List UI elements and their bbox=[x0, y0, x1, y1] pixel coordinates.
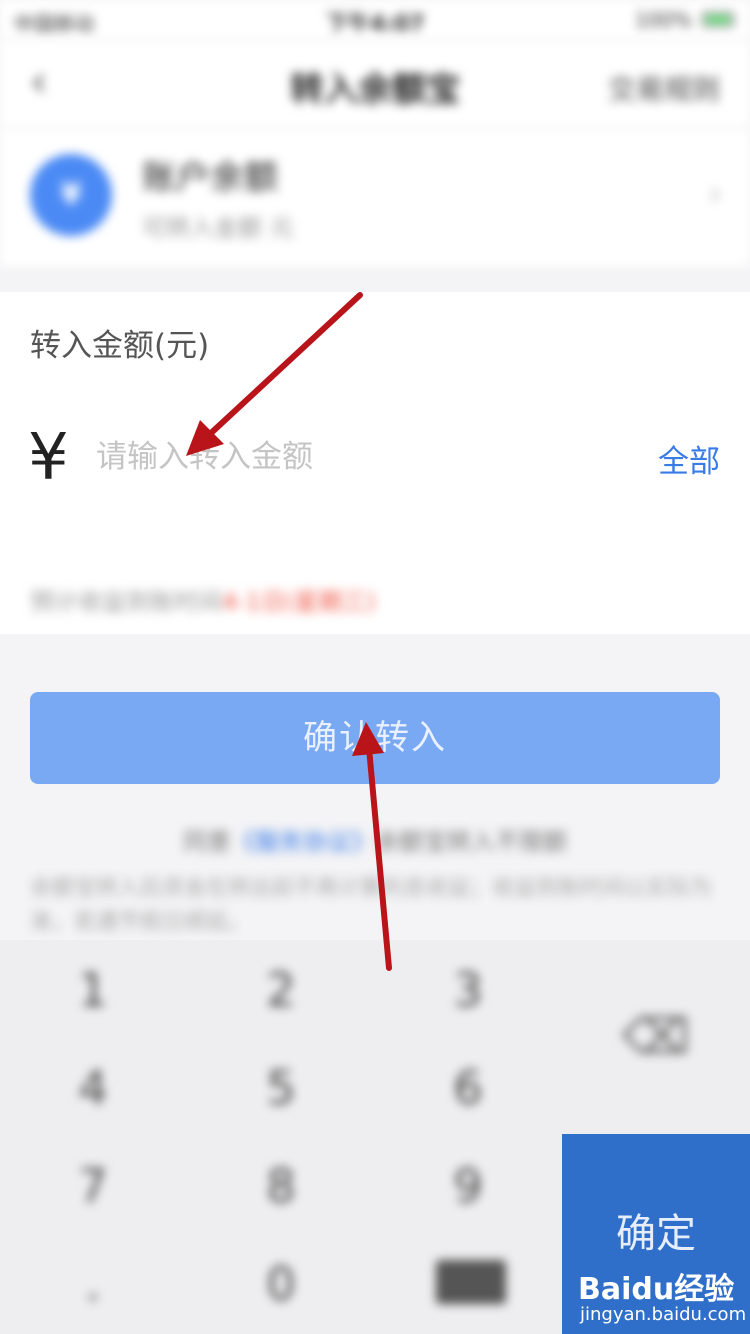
amount-section: 转入金额(元) ¥ 全部 预计收益到账时间4-1日(星期三) bbox=[0, 292, 750, 634]
watermark-site: jingyan.baidu.com bbox=[580, 1304, 747, 1325]
account-card[interactable]: ¥ 账户余额 可转入金额 元 › bbox=[0, 128, 750, 266]
key-4[interactable]: 4 bbox=[0, 1038, 186, 1138]
earnings-tip: 预计收益到账时间4-1日(星期三) bbox=[30, 582, 376, 617]
watermark-brand: Baidu经验 bbox=[578, 1264, 734, 1308]
tip-highlight: 4-1日(星期三) bbox=[222, 588, 376, 616]
key-0[interactable]: 0 bbox=[188, 1234, 374, 1334]
carrier-label: 中国移动 bbox=[14, 12, 94, 36]
agreement-link[interactable]: 《服务协议》 bbox=[231, 828, 375, 856]
confirm-transfer-button[interactable]: 确认转入 bbox=[30, 692, 720, 784]
key-7[interactable]: 7 bbox=[0, 1136, 186, 1236]
nav-bar: ‹ 转入余额宝 交易规则 bbox=[0, 40, 750, 128]
key-2[interactable]: 2 bbox=[188, 940, 374, 1040]
key-8[interactable]: 8 bbox=[188, 1136, 374, 1236]
baidu-watermark: Baidu经验 jingyan.baidu.com bbox=[574, 1264, 750, 1334]
key-3[interactable]: 3 bbox=[375, 940, 561, 1040]
key-5[interactable]: 5 bbox=[188, 1038, 374, 1138]
tip-text: 预计收益到账时间 bbox=[30, 588, 222, 616]
account-subtitle: 可转入金额 元 bbox=[142, 214, 294, 242]
account-avatar: ¥ bbox=[30, 154, 112, 236]
status-bar: 中国移动 下午4:07 100% bbox=[0, 0, 750, 40]
watermark-brand-mid: du bbox=[631, 1272, 675, 1307]
clock: 下午4:07 bbox=[326, 12, 425, 37]
keyboard-hide-icon[interactable] bbox=[436, 1260, 506, 1304]
watermark-brand-prefix: Bai bbox=[578, 1272, 632, 1307]
rules-link[interactable]: 交易规则 bbox=[608, 68, 720, 108]
agreement-suffix: 余额宝转入不限额 bbox=[375, 828, 567, 856]
account-name: 账户余额 bbox=[142, 158, 278, 198]
battery-percent: 100% bbox=[634, 8, 692, 32]
key-9[interactable]: 9 bbox=[375, 1136, 561, 1236]
key-dot[interactable]: . bbox=[0, 1234, 186, 1334]
yen-icon: ¥ bbox=[28, 421, 69, 495]
key-6[interactable]: 6 bbox=[375, 1038, 561, 1138]
all-amount-button[interactable]: 全部 bbox=[658, 436, 720, 481]
amount-input[interactable] bbox=[96, 432, 616, 482]
disclaimer: 余额宝转入后资金在转出前不再计算利息收益；收益到账时间以实际为准，若遇节假日顺延… bbox=[30, 876, 713, 935]
key-1[interactable]: 1 bbox=[0, 940, 186, 1040]
chevron-right-icon: › bbox=[708, 174, 722, 214]
watermark-brand-suffix: 经验 bbox=[674, 1272, 735, 1307]
battery-icon bbox=[702, 12, 734, 27]
agreement-prefix: 同意 bbox=[183, 828, 231, 856]
agreement-row: 同意《服务协议》余额宝转入不限额 bbox=[0, 822, 750, 857]
amount-label: 转入金额(元) bbox=[30, 328, 210, 364]
backspace-icon[interactable]: ⌫ bbox=[562, 940, 750, 1134]
